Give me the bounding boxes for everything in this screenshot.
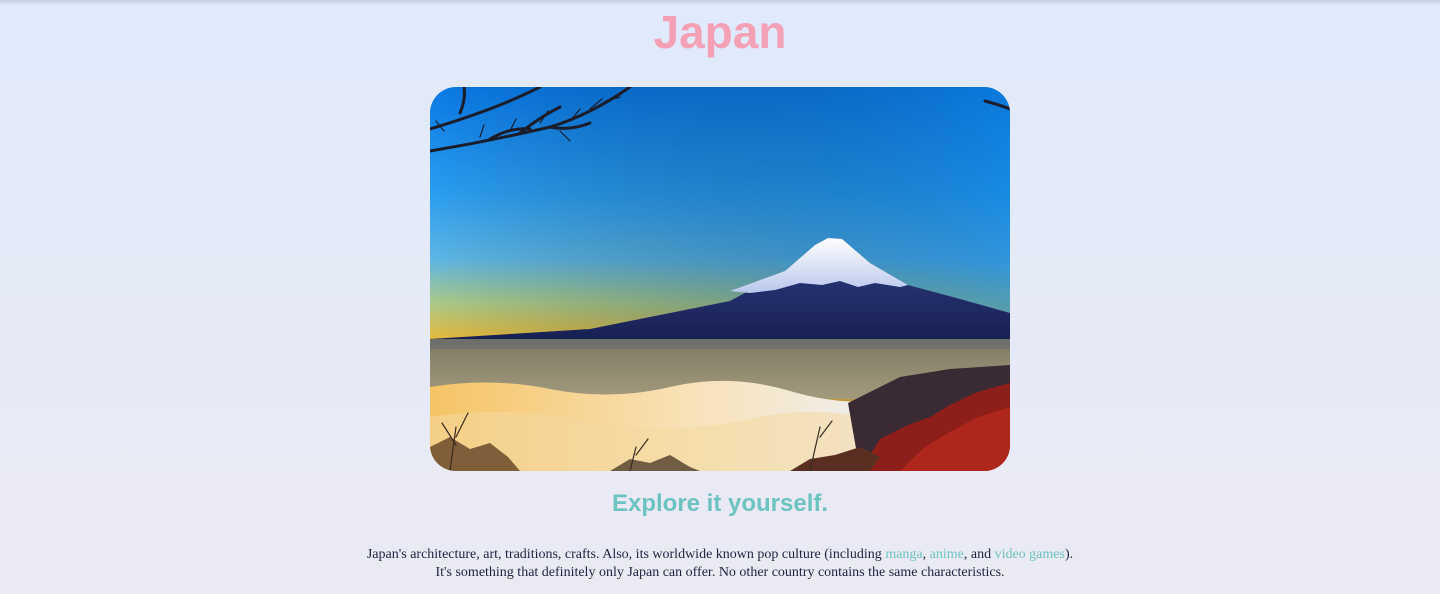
video-games-link[interactable]: video games <box>995 547 1065 562</box>
description-separator: , <box>922 547 930 562</box>
description-text: Japan's architecture, art, traditions, c… <box>366 547 886 562</box>
manga-link[interactable]: manga <box>885 547 922 562</box>
page-title: Japan <box>653 6 787 58</box>
description-text: ). <box>1064 547 1074 562</box>
hero-image <box>430 87 1010 471</box>
description-separator: , and <box>963 547 995 562</box>
mount-fuji-photo <box>430 87 1010 471</box>
description-line-2: It's something that definitely only Japa… <box>435 565 1005 580</box>
description: Japan's architecture, art, traditions, c… <box>0 546 1440 582</box>
anime-link[interactable]: anime <box>930 547 964 562</box>
subtitle: Explore it yourself. <box>611 490 829 517</box>
